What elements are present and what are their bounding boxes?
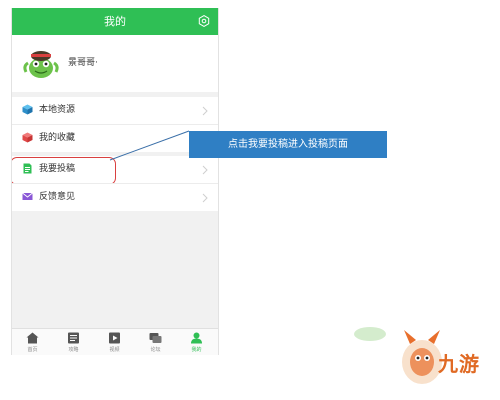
video-icon	[109, 332, 120, 344]
menu-item-label: 反馈意见	[39, 192, 76, 202]
nav-label: 论坛	[150, 347, 161, 353]
nav-label: 我的	[191, 347, 202, 353]
highlight-outline	[12, 157, 116, 185]
gear-icon[interactable]	[198, 15, 210, 27]
nav-label: 攻略	[68, 347, 79, 353]
guide-icon	[68, 332, 79, 344]
instruction-callout: 点击我要投稿进入投稿页面	[189, 131, 387, 158]
forum-icon	[149, 333, 162, 343]
chevron-right-icon	[202, 193, 208, 203]
page-title: 我的	[104, 15, 126, 28]
nav-label: 视频	[109, 347, 120, 353]
user-icon	[191, 332, 202, 344]
home-icon	[26, 332, 39, 344]
username: 景哥哥·	[68, 58, 98, 68]
nav-forum[interactable]: 论坛	[135, 329, 176, 355]
top-bar: 我的	[12, 8, 218, 35]
menu-item-local-resources[interactable]: 本地资源	[12, 97, 218, 124]
profile-card[interactable]: 景哥哥·	[12, 35, 218, 92]
cube-icon	[22, 104, 33, 115]
menu-item-label: 我的收藏	[39, 133, 76, 143]
chevron-right-icon	[202, 165, 208, 175]
nav-guide[interactable]: 攻略	[53, 329, 94, 355]
menu-item-favorites[interactable]: 我的收藏	[12, 125, 218, 152]
bottom-nav: 首页 攻略 视频 论坛 我的	[12, 328, 218, 355]
nav-video[interactable]: 视频	[94, 329, 135, 355]
menu-item-label: 本地资源	[39, 105, 76, 115]
avatar[interactable]	[22, 44, 60, 82]
phone-screen: 我的 景哥哥· 本地资源 我的收藏 我要投稿 反馈意见 首页 攻略 视频 论坛 …	[11, 8, 219, 355]
chevron-right-icon	[202, 106, 208, 116]
mail-icon	[22, 192, 33, 200]
favorite-box-icon	[22, 132, 33, 143]
menu-item-feedback[interactable]: 反馈意见	[12, 184, 218, 211]
nav-label: 首页	[27, 347, 38, 353]
logo-text: 九游	[438, 352, 480, 376]
nav-profile[interactable]: 我的	[176, 329, 217, 355]
menu-item-submit-article[interactable]: 我要投稿	[12, 156, 218, 185]
nav-home[interactable]: 首页	[12, 329, 53, 355]
